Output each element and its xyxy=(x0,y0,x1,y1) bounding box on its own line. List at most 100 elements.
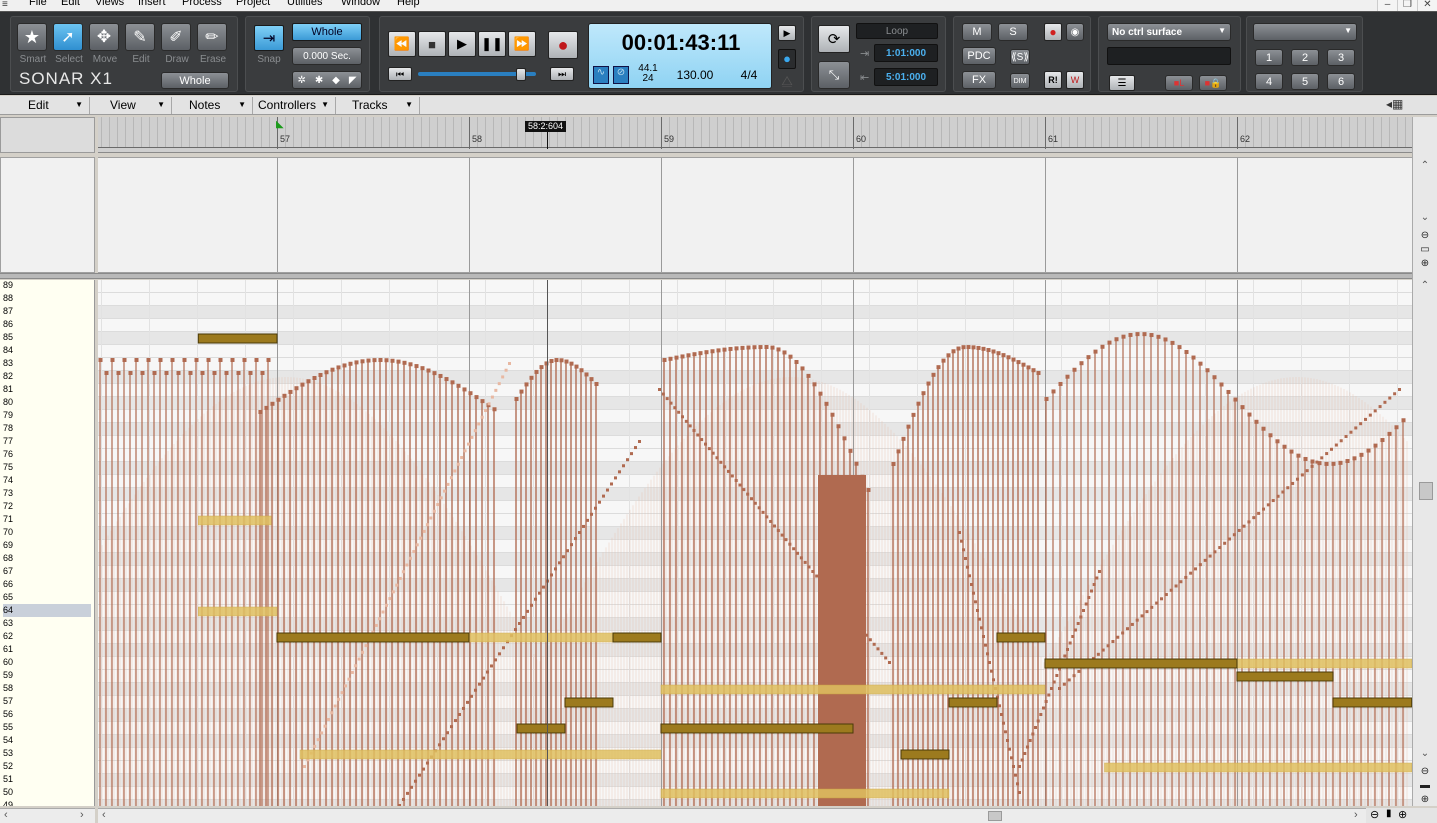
run-note[interactable] xyxy=(486,670,489,674)
run-note[interactable] xyxy=(1140,614,1144,618)
melody-note[interactable] xyxy=(282,393,287,398)
melody-note[interactable] xyxy=(776,347,781,352)
run-note[interactable] xyxy=(1198,563,1202,567)
snap-toggle-button[interactable]: ⇥ xyxy=(254,25,284,51)
track-pane-toggle-icon[interactable]: ◂▦ xyxy=(1386,97,1403,111)
vertical-zoom-in-icon[interactable]: ⊕ xyxy=(1417,793,1433,807)
melody-note[interactable] xyxy=(554,358,559,363)
run-note[interactable] xyxy=(992,678,995,682)
run-note[interactable] xyxy=(1349,430,1353,434)
run-note[interactable] xyxy=(410,785,413,789)
melody-note[interactable] xyxy=(312,375,317,380)
melody-note[interactable] xyxy=(288,389,293,394)
run-note[interactable] xyxy=(1232,533,1236,537)
melody-note[interactable] xyxy=(396,359,401,364)
menu-file[interactable]: File xyxy=(29,0,47,8)
melody-note[interactable] xyxy=(1212,375,1217,380)
run-note[interactable] xyxy=(408,556,412,560)
melody-note[interactable] xyxy=(360,359,365,364)
run-note[interactable] xyxy=(323,724,327,728)
run-note[interactable] xyxy=(1004,730,1007,734)
selected-note[interactable] xyxy=(1236,671,1334,682)
global-solo-button[interactable]: S xyxy=(998,23,1028,41)
fx-button[interactable]: FX xyxy=(962,71,996,89)
melody-note[interactable] xyxy=(680,354,685,359)
run-note[interactable] xyxy=(692,428,696,432)
melody-note[interactable] xyxy=(1338,460,1343,465)
run-note[interactable] xyxy=(1169,588,1173,592)
now-time[interactable]: 00:01:43:11 xyxy=(589,30,773,56)
run-note[interactable] xyxy=(803,560,807,564)
melody-note[interactable] xyxy=(378,358,383,363)
run-note[interactable] xyxy=(1228,537,1231,541)
melody-note[interactable] xyxy=(426,368,431,373)
run-note[interactable] xyxy=(834,597,838,601)
piano-key-label[interactable]: 85 xyxy=(3,331,91,344)
run-note[interactable] xyxy=(1096,652,1100,656)
melody-note[interactable] xyxy=(539,365,544,370)
piano-key-label[interactable]: 66 xyxy=(3,578,91,591)
run-note[interactable] xyxy=(1155,601,1159,605)
piano-key-label[interactable]: 81 xyxy=(3,383,91,396)
melody-note[interactable] xyxy=(474,395,479,400)
melody-note[interactable] xyxy=(1282,444,1287,449)
run-note[interactable] xyxy=(830,592,834,596)
run-note[interactable] xyxy=(630,452,633,456)
melody-note[interactable] xyxy=(788,354,793,359)
run-note[interactable] xyxy=(1044,700,1048,703)
sync-button[interactable]: ⟪S⟫ xyxy=(1010,49,1030,65)
melody-note[interactable] xyxy=(1086,355,1091,360)
run-note[interactable] xyxy=(799,556,803,560)
melody-note[interactable] xyxy=(961,345,966,350)
run-note[interactable] xyxy=(357,657,361,661)
run-note[interactable] xyxy=(1090,589,1093,593)
run-note[interactable] xyxy=(1079,615,1083,619)
melody-note[interactable] xyxy=(901,436,906,441)
run-note[interactable] xyxy=(402,570,406,574)
pr-menu-tracks[interactable]: Tracks ▼ xyxy=(346,97,420,114)
run-note[interactable] xyxy=(665,397,669,401)
minimize-icon[interactable]: – xyxy=(1377,0,1397,11)
run-note[interactable] xyxy=(313,744,317,748)
keyboard-scrollbar[interactable]: ‹ › xyxy=(0,808,95,823)
melody-note[interactable] xyxy=(432,371,437,376)
run-note[interactable] xyxy=(1071,635,1075,638)
run-note[interactable] xyxy=(439,496,443,500)
pr-menu-view[interactable]: View ▼ xyxy=(104,97,172,114)
melody-note[interactable] xyxy=(971,345,976,350)
melody-note[interactable] xyxy=(1324,461,1329,466)
run-note[interactable] xyxy=(303,765,306,768)
run-note[interactable] xyxy=(508,362,511,365)
smart-tool-button[interactable]: ★ xyxy=(17,23,47,51)
melody-note[interactable] xyxy=(941,358,946,363)
run-note[interactable] xyxy=(1291,481,1295,485)
scroll-left-icon[interactable]: ‹ xyxy=(4,809,8,821)
melody-note[interactable] xyxy=(1401,418,1406,423)
melody-note[interactable] xyxy=(916,401,921,406)
run-note[interactable] xyxy=(1145,610,1149,614)
melody-note[interactable] xyxy=(1359,452,1364,457)
melody-note[interactable] xyxy=(1380,438,1385,443)
melody-note[interactable] xyxy=(1205,368,1210,373)
melody-note[interactable] xyxy=(1345,459,1350,464)
run-note[interactable] xyxy=(480,415,484,419)
melody-note[interactable] xyxy=(1149,333,1154,338)
run-note[interactable] xyxy=(964,557,967,560)
run-note[interactable] xyxy=(446,731,449,735)
melody-note[interactable] xyxy=(1394,425,1399,430)
melody-note[interactable] xyxy=(1100,344,1105,349)
piano-key-label[interactable]: 52 xyxy=(3,760,91,773)
run-note[interactable] xyxy=(582,524,585,528)
run-note[interactable] xyxy=(1039,713,1043,716)
run-note[interactable] xyxy=(1000,713,1003,716)
run-note[interactable] xyxy=(788,542,792,546)
piano-key-label[interactable]: 69 xyxy=(3,539,91,552)
piano-keyboard[interactable]: 89 88 87 86 85 84 83 82 81 80 79 78 77 76 75 74 73 72 71 70… xyxy=(0,280,95,806)
melody-note[interactable] xyxy=(986,348,991,353)
melody-note[interactable] xyxy=(569,361,574,366)
melody-note[interactable] xyxy=(1001,353,1006,358)
run-note[interactable] xyxy=(1076,622,1080,625)
run-note[interactable] xyxy=(1296,477,1299,481)
melody-note[interactable] xyxy=(1026,365,1031,370)
piano-key-label[interactable]: 64 xyxy=(3,604,91,617)
